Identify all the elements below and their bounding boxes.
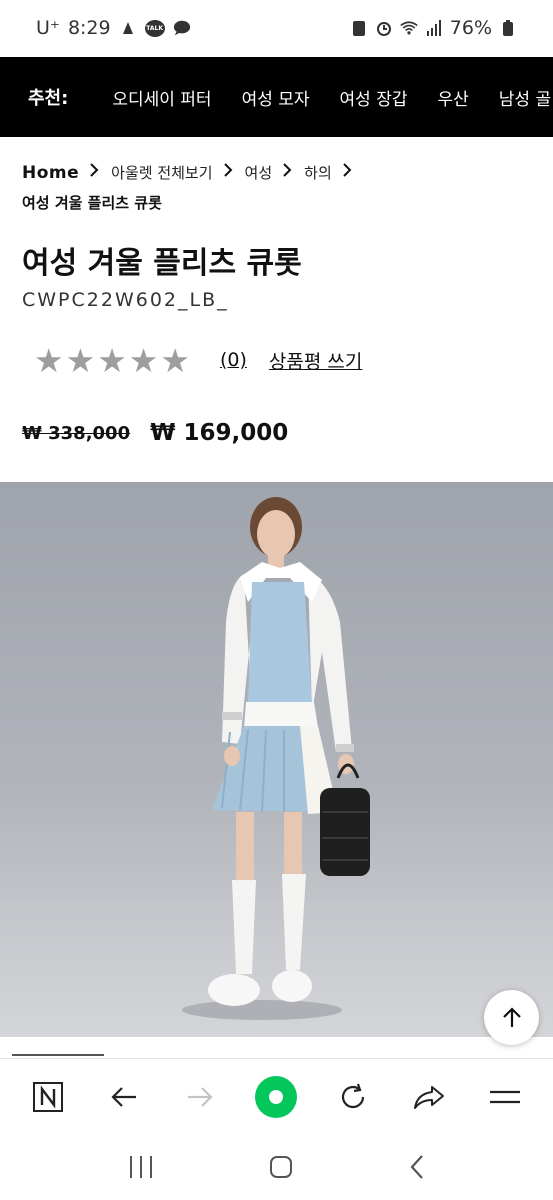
battery-saver-icon [350,19,368,37]
home-button[interactable] [268,1154,294,1184]
star-icon: ★ [160,340,190,380]
star-icon: ★ [65,340,96,380]
green-dot-button[interactable] [248,1069,304,1125]
notification-icon [119,19,137,37]
product-title: 여성 겨울 플리츠 큐롯 [22,246,302,281]
scroll-top-button[interactable] [484,990,539,1045]
share-button[interactable] [401,1069,457,1125]
original-price: ₩ 338,000 [22,422,131,444]
breadcrumb: Home 아울렛 전체보기 여성 하의 여성 겨울 플리츠 큐롯 [22,158,532,218]
arrow-up-icon [502,1006,521,1027]
naver-icon [33,1082,64,1112]
breadcrumb-current: 여성 겨울 플리츠 큐롯 [22,194,162,212]
product-code: CWPC22W602_LB_ [22,289,229,311]
recent-apps-button[interactable] [126,1154,156,1184]
arrow-left-icon [111,1087,137,1107]
clock: 8:29 [67,17,111,39]
model-illustration [182,497,370,1020]
tab-indicator [12,1054,104,1056]
sale-price: ₩ 169,000 [150,420,289,446]
browser-toolbar [0,1062,553,1132]
alarm-icon [375,19,393,37]
refresh-button[interactable] [325,1069,381,1125]
recommend-item-women-glove[interactable]: 여성 장갑 [340,85,408,110]
breadcrumb-women[interactable]: 여성 [245,158,273,188]
arrow-right-icon [188,1087,213,1107]
signal-icon [425,19,443,37]
write-review-link[interactable]: 상품평 쓰기 [269,347,362,374]
star-rating: ★ ★ ★ ★ ★ [34,344,190,377]
recommend-nav: 추천: 오디세이 퍼터 여성 모자 여성 장갑 우산 남성 골 [0,57,553,137]
hamburger-icon [489,1090,520,1104]
system-back-button[interactable] [407,1154,427,1184]
recommend-item-men-golf[interactable]: 남성 골 [499,85,551,110]
battery-percent: 76% [449,17,492,39]
star-icon: ★ [128,340,159,380]
product-image[interactable] [0,482,553,1037]
chevron-right-icon [342,158,352,188]
refresh-icon [341,1083,364,1109]
naver-home-button[interactable] [20,1069,76,1125]
chevron-left-icon [410,1155,423,1179]
divider [0,1058,553,1059]
star-icon: ★ [34,340,64,380]
breadcrumb-home[interactable]: Home [22,158,79,188]
carrier: U⁺ [36,17,60,39]
recommend-item-women-cap[interactable]: 여성 모자 [242,85,310,110]
back-button[interactable] [96,1069,152,1125]
status-bar: U⁺ 8:29 TALK 76% [0,0,553,56]
message-icon [173,19,191,37]
home-square-icon [270,1156,293,1178]
battery-icon [499,19,517,37]
share-icon [413,1086,444,1109]
chevron-right-icon [223,158,233,188]
rating-row: ★ ★ ★ ★ ★ (0) 상품평 쓰기 [34,340,362,380]
breadcrumb-bottoms[interactable]: 하의 [304,158,332,188]
price-row: ₩ 338,000 ₩ 169,000 [22,420,288,446]
recommend-item-putter[interactable]: 오디세이 퍼터 [112,85,211,110]
system-nav [0,1138,553,1200]
forward-button[interactable] [172,1069,228,1125]
menu-button[interactable] [477,1069,533,1125]
breadcrumb-outlet[interactable]: 아울렛 전체보기 [111,158,212,188]
chevron-right-icon [89,158,99,188]
recent-apps-icon [130,1156,153,1178]
review-count-link[interactable]: (0) [220,349,247,371]
wifi-icon [400,19,418,37]
chevron-right-icon [282,158,292,188]
star-icon: ★ [97,340,127,380]
kakaotalk-icon: TALK [144,19,165,37]
recommend-label: 추천: [28,88,69,109]
green-dot-icon [255,1076,298,1118]
recommend-item-umbrella[interactable]: 우산 [438,85,469,110]
